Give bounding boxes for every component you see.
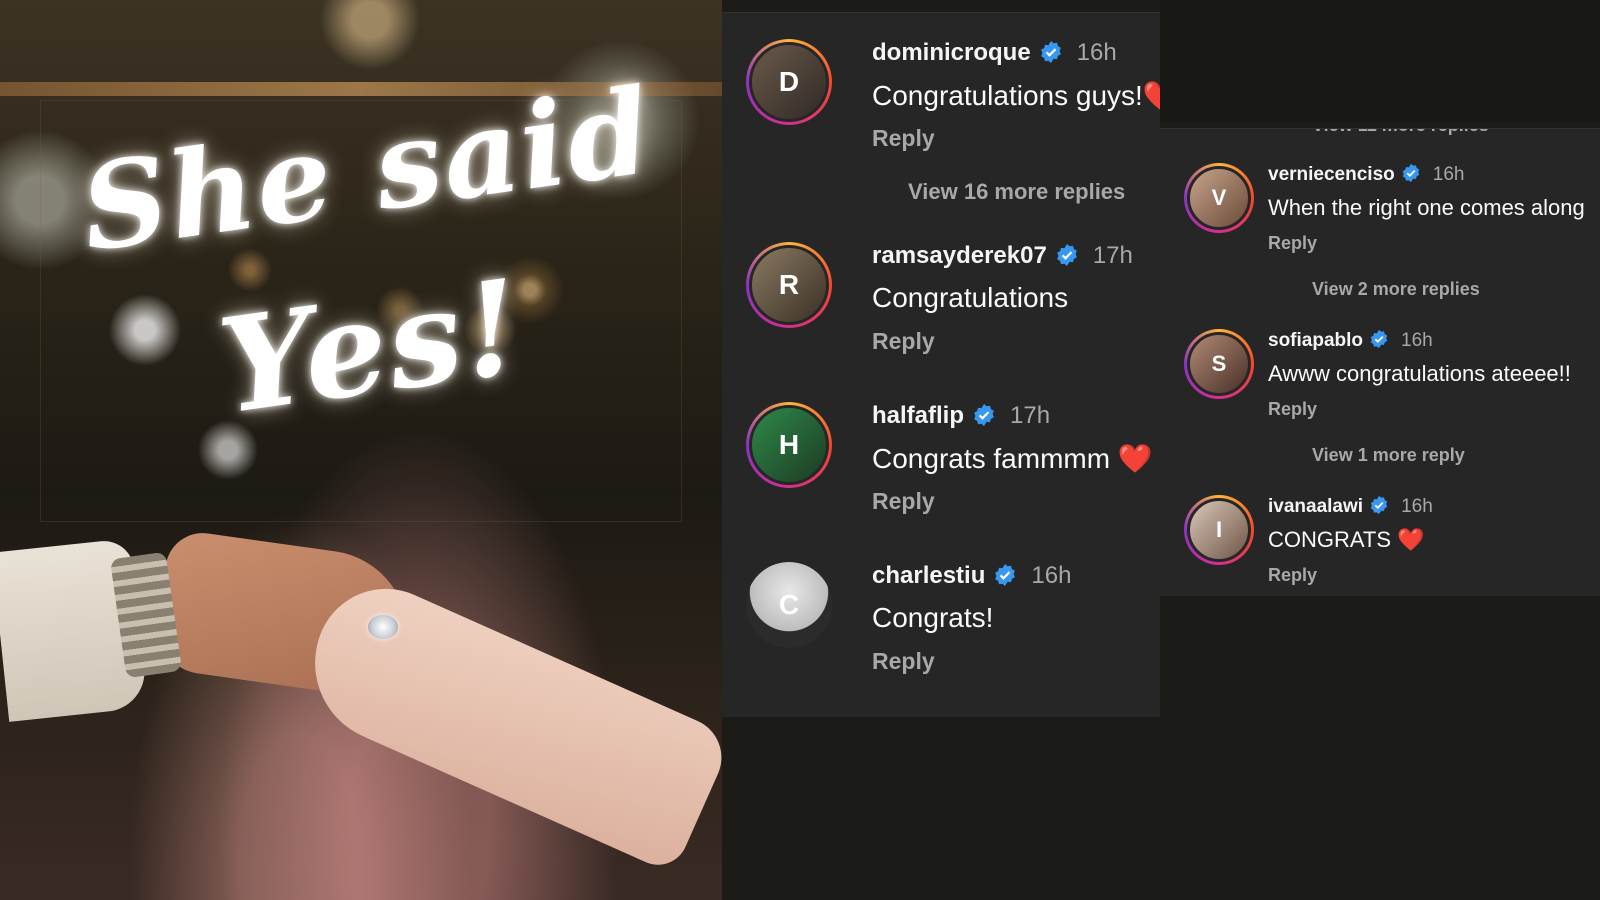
avatar[interactable]: H <box>746 402 832 488</box>
comment-text: Congratulations guys! <box>872 80 1143 111</box>
comment-time: 16h <box>1401 496 1433 517</box>
verified-badge-icon <box>1369 329 1389 349</box>
avatar[interactable]: C <box>746 562 832 648</box>
avatar[interactable]: D <box>746 39 832 125</box>
comment-username[interactable]: sofiapablo <box>1268 330 1363 351</box>
comment-time: 16h <box>1432 164 1465 185</box>
reply-button[interactable]: Reply <box>1268 399 1317 420</box>
comments-panel-right: View 11 more replies V verniecenciso16h … <box>1160 128 1600 596</box>
comment-username[interactable]: dominicroque <box>872 39 1031 66</box>
reply-button[interactable]: Reply <box>872 328 935 355</box>
background-strip <box>1160 0 1600 122</box>
heart-emoji-icon: ❤️ <box>1117 443 1153 474</box>
view-more-replies-link[interactable]: View 11 more replies <box>1312 129 1489 136</box>
verified-badge-icon <box>1039 40 1063 64</box>
comment-time: 17h <box>1010 402 1051 429</box>
comment-text: CONGRATS <box>1268 527 1392 552</box>
heart-emoji-icon: ❤️ <box>1397 527 1425 552</box>
womans-hand <box>289 566 722 875</box>
comment-username[interactable]: charlestiu <box>872 562 985 589</box>
reply-button[interactable]: Reply <box>872 648 935 675</box>
comment-username[interactable]: ramsayderek07 <box>872 242 1047 269</box>
avatar[interactable]: S <box>1184 329 1254 399</box>
verified-badge-icon <box>993 563 1017 587</box>
verified-badge-icon <box>1369 495 1389 515</box>
comment-username[interactable]: halfaflip <box>872 402 964 429</box>
reply-button[interactable]: Reply <box>872 488 935 515</box>
avatar[interactable]: R <box>746 242 832 328</box>
comment-text: Congratulations <box>872 282 1069 313</box>
view-more-replies-link[interactable]: View 1 more reply <box>1312 445 1465 466</box>
comment-text: When the right one comes along <box>1268 195 1585 220</box>
comment-text: Congrats fammmm <box>872 443 1111 474</box>
comments-panel-left: D dominicroque 16h Congratulations guys! ❤… <box>722 12 1178 717</box>
reply-button[interactable]: Reply <box>1268 233 1317 254</box>
verified-badge-icon <box>1055 243 1079 267</box>
engagement-ring <box>368 615 398 639</box>
view-more-replies-link[interactable]: View 2 more replies <box>1312 279 1480 300</box>
avatar[interactable]: V <box>1184 163 1254 233</box>
verified-badge-icon <box>1401 163 1421 183</box>
comment-username[interactable]: verniecenciso <box>1268 164 1395 185</box>
verified-badge-icon <box>972 403 996 427</box>
comment-text: Congrats! <box>872 602 994 633</box>
comment-time: 16h <box>1076 39 1117 66</box>
reply-button[interactable]: Reply <box>1268 565 1317 586</box>
avatar[interactable]: I <box>1184 495 1254 565</box>
comment-time: 16h <box>1401 330 1433 351</box>
view-more-replies-link[interactable]: View 16 more replies <box>908 179 1148 205</box>
comment-time: 16h <box>1031 562 1072 589</box>
engagement-photo: She said Yes! <box>0 0 722 900</box>
reply-button[interactable]: Reply <box>872 125 935 152</box>
comment-username[interactable]: ivanaalawi <box>1268 496 1363 517</box>
comment-time: 17h <box>1092 242 1133 269</box>
comment-text: Awww congratulations ateeee!! <box>1268 361 1571 386</box>
